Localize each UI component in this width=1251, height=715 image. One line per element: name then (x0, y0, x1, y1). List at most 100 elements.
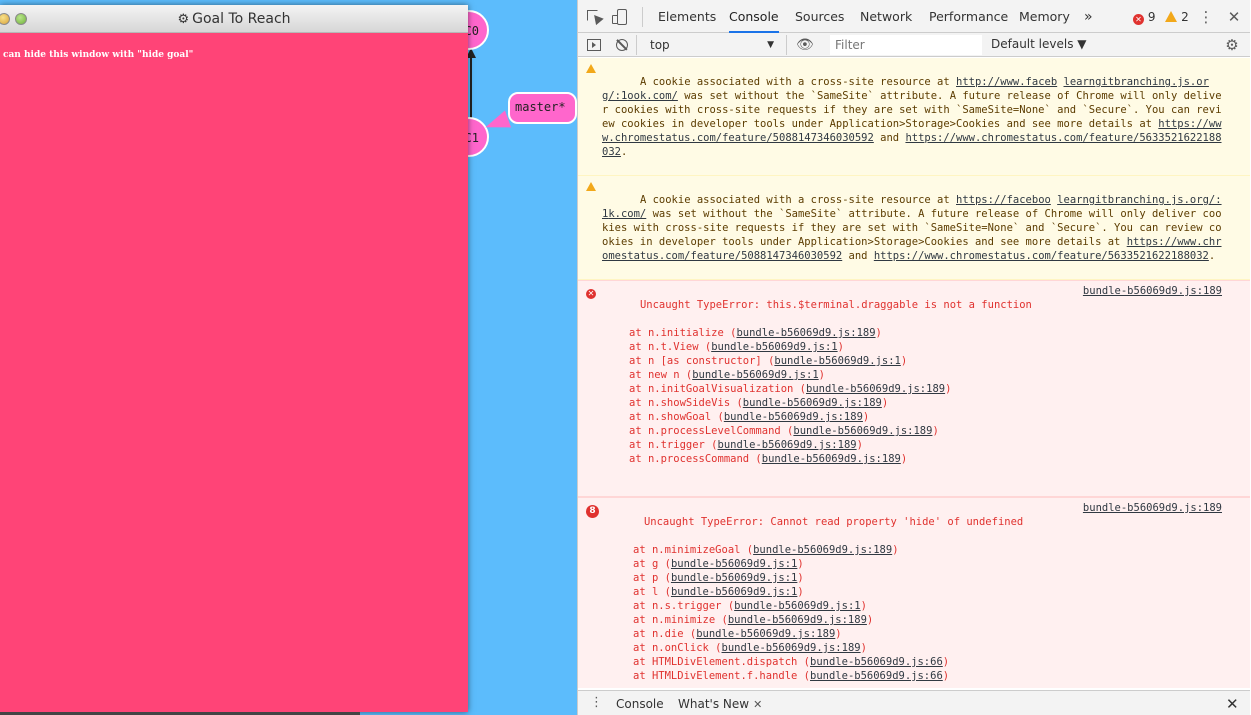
warning-icon (586, 181, 596, 195)
tab-performance[interactable]: Performance (929, 0, 1008, 33)
stack-frame: at n.initialize (bundle-b56069d9.js:189) (602, 326, 1224, 340)
error-source-link[interactable]: bundle-b56069d9.js:189 (1083, 284, 1222, 298)
stack-frame-link[interactable]: bundle-b56069d9.js:1 (671, 572, 797, 584)
stack-frame: at n.minimizeGoal (bundle-b56069d9.js:18… (606, 543, 1224, 557)
warning-link[interactable]: http://www.faceb (956, 76, 1057, 88)
warning-link[interactable]: k.com/ (608, 208, 646, 220)
stack-frame-text: ) (797, 558, 804, 570)
goal-window-title-text: Goal To Reach (192, 11, 291, 27)
stack-frame-link[interactable]: bundle-b56069d9.js:1 (734, 600, 860, 612)
stack-frame-link[interactable]: bundle-b56069d9.js:1 (711, 341, 837, 353)
stack-frame-text: at new n ( (629, 369, 693, 381)
tab-network[interactable]: Network (860, 0, 912, 33)
stack-frame: at n [as constructor] (bundle-b56069d9.j… (602, 354, 1224, 368)
stack-frame-text: ) (837, 341, 844, 353)
console-settings-gear-icon[interactable]: ⚙ (1224, 37, 1240, 53)
device-toolbar-icon[interactable] (612, 9, 628, 25)
stack-frame-link[interactable]: bundle-b56069d9.js:1 (671, 558, 797, 570)
execution-context-value: top (650, 38, 670, 52)
warning-link[interactable]: ook.com/ (627, 90, 678, 102)
stack-frame: at HTMLDivElement.f.handle (bundle-b5606… (606, 669, 1224, 683)
branch-tag-master[interactable]: master* (508, 92, 577, 124)
tab-console[interactable]: Console (729, 0, 779, 33)
warning-link[interactable]: https://faceboo (956, 194, 1051, 206)
drawer-tab-whats-new-label: What's New (678, 697, 750, 711)
stack-frame-link[interactable]: bundle-b56069d9.js:189 (718, 439, 857, 451)
log-levels-select[interactable]: Default levels ▼ (991, 37, 1087, 51)
error-icon: ✕ (1133, 14, 1144, 25)
tab-sources[interactable]: Sources (795, 0, 844, 33)
close-drawer-icon[interactable]: ✕ (1226, 695, 1239, 713)
error-source-link[interactable]: bundle-b56069d9.js:189 (1083, 501, 1222, 515)
stack-frame-text: ) (945, 383, 952, 395)
stack-frame-link[interactable]: bundle-b56069d9.js:189 (806, 383, 945, 395)
stack-frame-text: at n.initGoalVisualization ( (629, 383, 807, 395)
stack-frame-link[interactable]: bundle-b56069d9.js:189 (753, 544, 892, 556)
stack-frame-link[interactable]: bundle-b56069d9.js:189 (728, 614, 867, 626)
customize-menu-icon[interactable]: ⋮ (1198, 9, 1214, 25)
inspect-element-icon[interactable] (586, 9, 604, 26)
drawer-menu-icon[interactable]: ⋮ (590, 695, 603, 710)
stack-frame-link[interactable]: bundle-b56069d9.js:189 (696, 628, 835, 640)
stack-frame-text: ) (875, 327, 882, 339)
goal-window-titlebar[interactable]: ⚙ Goal To Reach (0, 5, 468, 33)
stack-frame-link[interactable]: bundle-b56069d9.js:1 (671, 586, 797, 598)
close-tab-icon[interactable]: ✕ (753, 698, 762, 711)
stack-frame: at n.die (bundle-b56069d9.js:189) (606, 627, 1224, 641)
stack-frame: at new n (bundle-b56069d9.js:1) (602, 368, 1224, 382)
stack-frame-text: at g ( (633, 558, 671, 570)
stack-frame-link[interactable]: bundle-b56069d9.js:189 (762, 453, 901, 465)
stack-frame-text: ) (881, 397, 889, 409)
issues-counter[interactable]: ✕ 9 2 (1133, 10, 1189, 25)
execution-context-select[interactable]: top ▼ (644, 35, 780, 55)
warning-link[interactable]: https://www.chromestatus.com/feature/563… (874, 250, 1209, 262)
stack-frame-link[interactable]: bundle-b56069d9.js:1 (692, 369, 818, 381)
stack-frame-text: at n.processCommand ( (629, 453, 762, 465)
stack-frame-text: at n.onClick ( (633, 642, 722, 654)
warning-text: A cookie associated with a cross-site re… (639, 194, 957, 206)
error-repeat-count-badge: 8 (586, 503, 599, 518)
stack-frame: at n.showGoal (bundle-b56069d9.js:189) (602, 410, 1224, 424)
stack-frame: at n.processLevelCommand (bundle-b56069d… (602, 424, 1224, 438)
more-tabs-button[interactable]: » (1084, 0, 1093, 33)
clear-console-icon[interactable] (614, 37, 630, 53)
stack-frame-text: ) (892, 544, 899, 556)
close-icon[interactable]: ✕ (1226, 9, 1242, 25)
error-stack-trace: at n.initialize (bundle-b56069d9.js:189)… (602, 326, 1224, 466)
console-error-message: 8 Uncaught TypeError: Cannot read propert… (578, 497, 1250, 688)
tab-memory[interactable]: Memory (1019, 0, 1070, 33)
stack-frame-link[interactable]: bundle-b56069d9.js:66 (810, 656, 943, 668)
stack-frame-text: at n.die ( (633, 628, 697, 640)
error-stack-trace: at n.minimizeGoal (bundle-b56069d9.js:18… (606, 543, 1224, 683)
devtools-tab-bar: Elements Console Sources Network Perform… (578, 0, 1250, 33)
stack-frame-link[interactable]: bundle-b56069d9.js:189 (736, 327, 875, 339)
stack-frame-text: ) (862, 411, 870, 423)
stack-frame-text: at HTMLDivElement.dispatch ( (633, 656, 811, 668)
live-expression-eye-icon[interactable]: 👁 (796, 37, 814, 53)
stack-frame-text: at n.s.trigger ( (633, 600, 735, 612)
drawer-tab-whats-new[interactable]: What's New ✕ (678, 697, 762, 711)
goal-window-title: ⚙ Goal To Reach (0, 11, 468, 27)
stack-frame-link[interactable]: bundle-b56069d9.js:66 (810, 670, 943, 682)
devtools-drawer-bar: ⋮ Console What's New ✕ ✕ (578, 690, 1250, 715)
stack-frame-text: at l ( (633, 586, 671, 598)
stack-frame-link[interactable]: bundle-b56069d9.js:189 (793, 425, 932, 437)
stack-frame-text: ) (932, 425, 939, 437)
stack-frame-text: at p ( (633, 572, 671, 584)
drawer-tab-console[interactable]: Console (616, 697, 664, 711)
goal-window[interactable]: ⚙ Goal To Reach can hide this window with… (0, 5, 468, 712)
stack-frame-link[interactable]: bundle-b56069d9.js:189 (724, 411, 863, 423)
console-sidebar-icon[interactable] (586, 37, 602, 53)
tab-elements[interactable]: Elements (658, 0, 716, 33)
stack-frame-link[interactable]: bundle-b56069d9.js:1 (774, 355, 900, 367)
console-error-message: ✕ Uncaught TypeError: this.$terminal.drag… (578, 280, 1250, 497)
console-filter-input[interactable] (830, 35, 982, 55)
console-warning-message: A cookie associated with a cross-site re… (578, 176, 1250, 280)
devtools-panel: Elements Console Sources Network Perform… (577, 0, 1251, 715)
stack-frame: at n.t.View (bundle-b56069d9.js:1) (602, 340, 1224, 354)
toolbar-divider (786, 35, 787, 55)
stack-frame-link[interactable]: bundle-b56069d9.js:189 (722, 642, 861, 654)
stack-frame: at n.initGoalVisualization (bundle-b5606… (602, 382, 1224, 396)
stack-frame-text: ) (900, 355, 908, 367)
stack-frame-link[interactable]: bundle-b56069d9.js:189 (743, 397, 882, 409)
